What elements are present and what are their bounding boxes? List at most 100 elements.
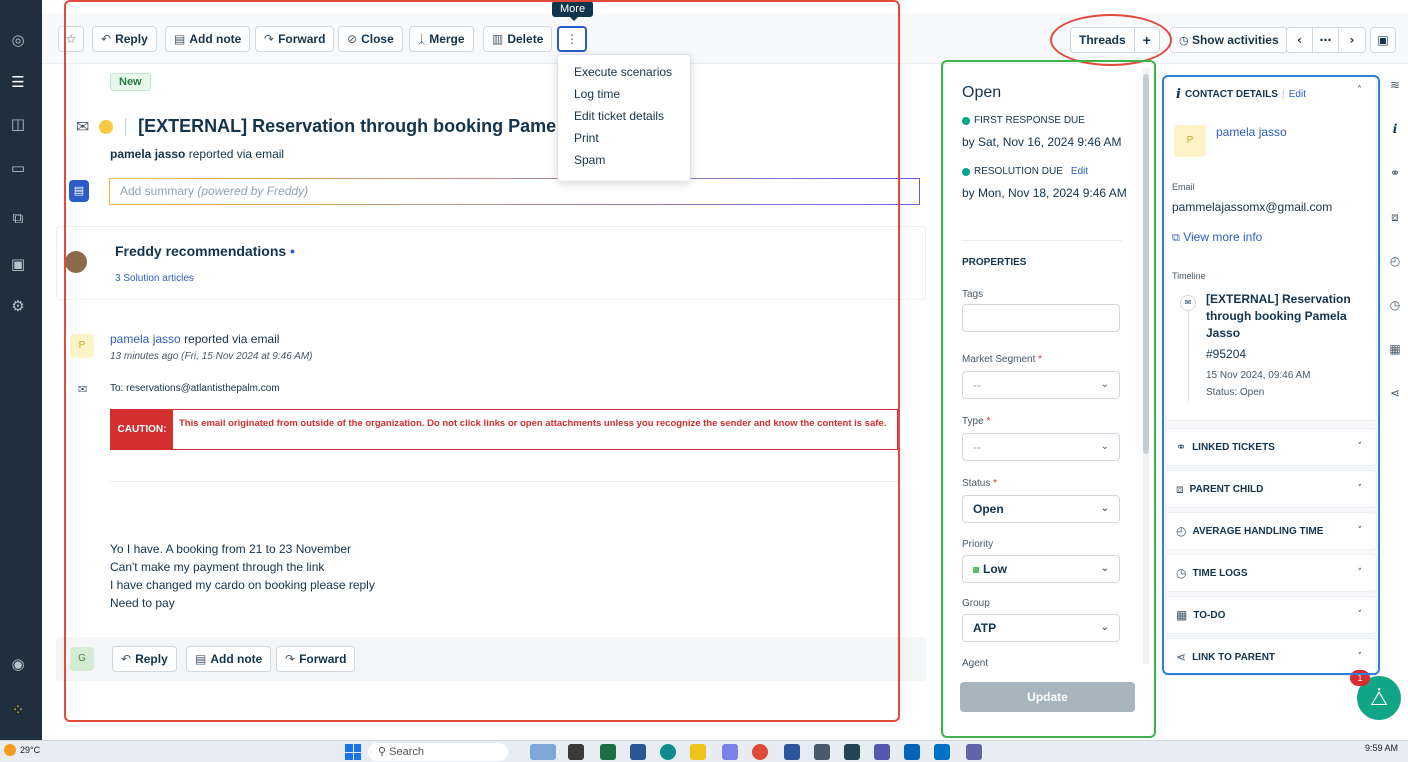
to-do-section[interactable]: ▦ TO-DO ˅ — [1165, 596, 1377, 634]
app-icon[interactable] — [844, 744, 860, 760]
sun-icon — [4, 744, 16, 756]
share-icon[interactable]: ⋖ — [1386, 386, 1404, 400]
contact-name-link[interactable]: pamela jasso — [1216, 125, 1287, 139]
link-to-parent-section[interactable]: ⋖ LINK TO PARENT ˅ — [1165, 638, 1377, 676]
apps-grid-icon[interactable]: ⁘ — [8, 700, 28, 720]
type-label: Type * — [962, 416, 991, 427]
contacts-icon[interactable]: ◫ — [8, 114, 28, 134]
timer-icon[interactable]: ◴ — [1386, 254, 1404, 268]
market-segment-select[interactable]: -- ⌄ — [962, 371, 1120, 399]
ticket-pager: ‹ ⋯ › — [1286, 27, 1366, 53]
chrome-icon[interactable] — [752, 744, 768, 760]
status-label: Status * — [962, 478, 998, 489]
resolution-value: by Mon, Nov 18, 2024 9:46 AM — [962, 186, 1127, 200]
update-button[interactable]: Update — [960, 682, 1135, 712]
menu-item-spam[interactable]: Spam — [558, 149, 690, 171]
add-thread-icon[interactable]: + — [1135, 28, 1159, 52]
ellipsis-icon[interactable]: ⋯ — [1313, 28, 1339, 52]
clock[interactable]: 9:59 AM — [1365, 743, 1398, 753]
excel-icon[interactable] — [600, 744, 616, 760]
contact-edit-link[interactable]: Edit — [1289, 89, 1306, 100]
new-dot-icon: • — [290, 243, 295, 259]
taskbar-search[interactable]: ⚲ Search — [368, 743, 508, 761]
knowledge-base-icon[interactable]: ▭ — [8, 158, 28, 178]
assistant-icon: ⧊ — [1370, 686, 1388, 710]
calculator-icon[interactable] — [814, 744, 830, 760]
summary-input[interactable]: Add summary (powered by Freddy) — [109, 178, 920, 205]
menu-item-execute-scenarios[interactable]: Execute scenarios — [558, 61, 690, 83]
group-select[interactable]: ATP ⌄ — [962, 614, 1120, 642]
tags-input[interactable] — [962, 304, 1120, 332]
priority-select[interactable]: Low ⌄ — [962, 555, 1120, 583]
linked-tickets-section[interactable]: ⚭ LINKED TICKETS ˅ — [1165, 428, 1377, 466]
menu-item-edit-ticket-details[interactable]: Edit ticket details — [558, 105, 690, 127]
reports-icon[interactable]: ▣ — [8, 254, 28, 274]
parent-child-section[interactable]: ⧈ PARENT CHILD ˅ — [1165, 470, 1377, 508]
more-button[interactable]: ⋮ — [557, 26, 587, 52]
threads-button[interactable]: Threads — [1071, 28, 1135, 52]
status-select[interactable]: Open ⌄ — [962, 495, 1120, 523]
groups-icon[interactable]: ⧉ — [8, 208, 28, 228]
solution-articles-link[interactable]: 3 Solution articles — [115, 273, 194, 284]
view-more-info-link[interactable]: ⧉ View more info — [1172, 230, 1262, 245]
merge-button[interactable]: ᛣ Merge — [409, 26, 474, 52]
avatar: P — [1174, 125, 1206, 157]
stopwatch-icon[interactable]: ◷ — [1386, 298, 1404, 312]
more-menu: Execute scenarios Log time Edit ticket d… — [557, 54, 691, 182]
reply-button[interactable]: ↶ Reply — [92, 26, 157, 52]
forward-button-bottom[interactable]: ↷ Forward — [276, 646, 356, 672]
store-icon[interactable] — [630, 744, 646, 760]
message-body: Yo I have. A booking from 21 to 23 Novem… — [110, 542, 375, 610]
timeline-line — [1188, 311, 1189, 401]
forward-button[interactable]: ↷ Forward — [255, 26, 335, 52]
file-explorer-icon[interactable] — [690, 744, 706, 760]
remote-desktop-icon[interactable] — [966, 744, 982, 760]
weather-widget[interactable]: 29°C — [4, 744, 40, 756]
average-handling-time-section[interactable]: ◴ AVERAGE HANDLING TIME ˅ — [1165, 512, 1377, 550]
reply-button-bottom[interactable]: ↶ Reply — [112, 646, 177, 672]
word-icon[interactable] — [784, 744, 800, 760]
envelope-icon: ✉ — [1180, 295, 1196, 311]
freddy-recommendations[interactable]: Freddy recommendations • 3 Solution arti… — [56, 226, 926, 300]
windows-start-icon[interactable] — [345, 744, 361, 760]
priority-label: Priority — [962, 539, 994, 550]
task-view-icon[interactable] — [568, 744, 584, 760]
previous-ticket-icon[interactable]: ‹ — [1287, 28, 1313, 52]
widgets-icon[interactable] — [530, 744, 556, 760]
properties-panel: Open FIRST RESPONSE DUE by Sat, Nov 16, … — [943, 64, 1153, 738]
outlook-icon[interactable] — [904, 744, 920, 760]
calendar-icon[interactable]: ▦ — [1386, 342, 1404, 356]
agent-avatar: G — [70, 647, 94, 671]
teams-icon[interactable] — [722, 744, 738, 760]
delete-button[interactable]: ▥ Delete — [483, 26, 553, 52]
dashboard-icon[interactable]: ◎ — [8, 30, 28, 50]
timeline-ticket-title[interactable]: [EXTERNAL] Reservation through booking P… — [1206, 291, 1356, 342]
add-note-button[interactable]: ▤ Add note — [165, 26, 251, 52]
hierarchy-icon[interactable]: ⧈ — [1386, 210, 1404, 225]
teams-chat-icon[interactable] — [874, 744, 890, 760]
timeline-ticket-number: #95204 — [1206, 347, 1247, 361]
next-ticket-icon[interactable]: › — [1339, 28, 1365, 52]
chat-icon[interactable]: ◉ — [8, 654, 28, 674]
settings-icon[interactable]: ⚙ — [8, 296, 28, 316]
scrollbar-thumb[interactable] — [1143, 74, 1149, 454]
info-icon[interactable]: i — [1386, 122, 1404, 136]
menu-item-log-time[interactable]: Log time — [558, 83, 690, 105]
close-button[interactable]: ⊘ Close — [338, 26, 403, 52]
chevron-up-icon[interactable]: ˄ — [1357, 85, 1362, 96]
add-note-button-bottom[interactable]: ▤ Add note — [186, 646, 272, 672]
resolution-edit-link[interactable]: Edit — [1071, 166, 1088, 177]
sliders-icon[interactable]: ≋ — [1386, 78, 1404, 92]
outlook-app-icon[interactable] — [934, 744, 950, 760]
calendar-icon: ▦ — [1176, 608, 1188, 622]
caution-text: This email originated from outside of th… — [179, 418, 887, 429]
tickets-icon[interactable]: ☰ — [8, 72, 28, 92]
star-button[interactable]: ☆ — [58, 26, 84, 52]
collapse-panel-icon[interactable]: ▣ — [1370, 27, 1396, 53]
menu-item-print[interactable]: Print — [558, 127, 690, 149]
link-icon[interactable]: ⚭ — [1386, 166, 1404, 180]
time-logs-section[interactable]: ◷ TIME LOGS ˅ — [1165, 554, 1377, 592]
type-select[interactable]: -- ⌄ — [962, 433, 1120, 461]
show-activities-button[interactable]: ◷ Show activities — [1170, 27, 1288, 53]
edge-icon[interactable] — [660, 744, 676, 760]
